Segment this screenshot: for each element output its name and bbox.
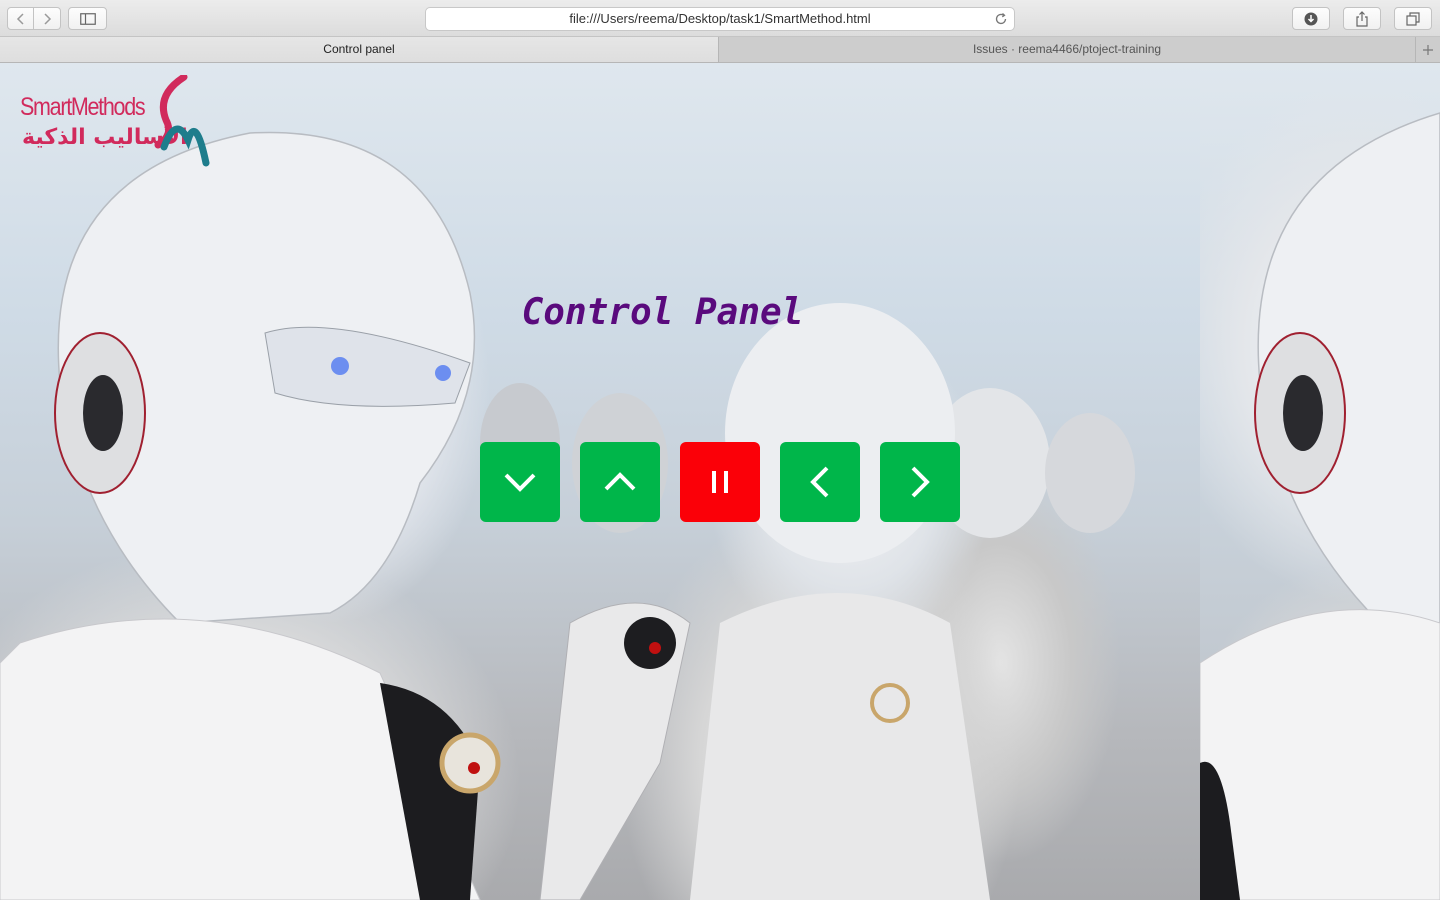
reload-icon[interactable] [994, 12, 1008, 26]
pause-button[interactable] [680, 442, 760, 522]
tabs-icon [1406, 11, 1420, 26]
tabs-overview-button[interactable] [1394, 7, 1432, 30]
toolbar-right-group [1292, 7, 1432, 30]
sidebar-icon [79, 12, 96, 25]
right-button[interactable] [880, 442, 960, 522]
plus-icon [1423, 44, 1433, 55]
address-bar[interactable]: file:///Users/reema/Desktop/task1/SmartM… [425, 7, 1015, 31]
chevron-up-icon [604, 472, 636, 491]
download-icon [1304, 12, 1318, 25]
control-buttons [480, 442, 960, 522]
chevron-left-icon [16, 12, 24, 25]
chevron-down-icon [504, 473, 536, 492]
page-viewport: SmartMethods الأساليب الذكية Control Pan… [0, 63, 1440, 900]
robots-background-image-repeat [1199, 63, 1440, 900]
url-text: file:///Users/reema/Desktop/task1/SmartM… [569, 11, 871, 26]
smartmethods-logo: SmartMethods الأساليب الذكية [18, 75, 218, 175]
chevron-right-icon [44, 12, 52, 25]
forward-button[interactable] [34, 7, 61, 30]
chevron-right-icon [911, 466, 930, 498]
browser-toolbar: file:///Users/reema/Desktop/task1/SmartM… [0, 0, 1440, 37]
page-title: Control Panel [521, 292, 804, 333]
downloads-button[interactable] [1292, 7, 1330, 30]
back-button[interactable] [7, 7, 34, 30]
share-icon [1356, 10, 1368, 27]
history-nav [7, 7, 61, 30]
tab-label: Issues · reema4466/ptoject-training [972, 42, 1162, 56]
up-button[interactable] [580, 442, 660, 522]
share-button[interactable] [1343, 7, 1381, 30]
down-button[interactable] [480, 442, 560, 522]
sm-logo-mark [154, 75, 210, 167]
pause-icon [712, 471, 728, 493]
tab-label: Control panel [323, 42, 395, 56]
sidebar-toggle-button[interactable] [68, 7, 107, 30]
logo-english-text: SmartMethods [20, 93, 146, 121]
robots-illustration-repeat [1199, 112, 1440, 900]
new-tab-button[interactable] [1416, 37, 1440, 62]
chevron-left-icon [810, 466, 829, 498]
tab-control-panel[interactable]: Control panel [0, 37, 719, 62]
tab-bar: Control panel Issues · reema4466/ptoject… [0, 37, 1440, 63]
left-button[interactable] [780, 442, 860, 522]
tab-issues[interactable]: Issues · reema4466/ptoject-training [719, 37, 1416, 62]
